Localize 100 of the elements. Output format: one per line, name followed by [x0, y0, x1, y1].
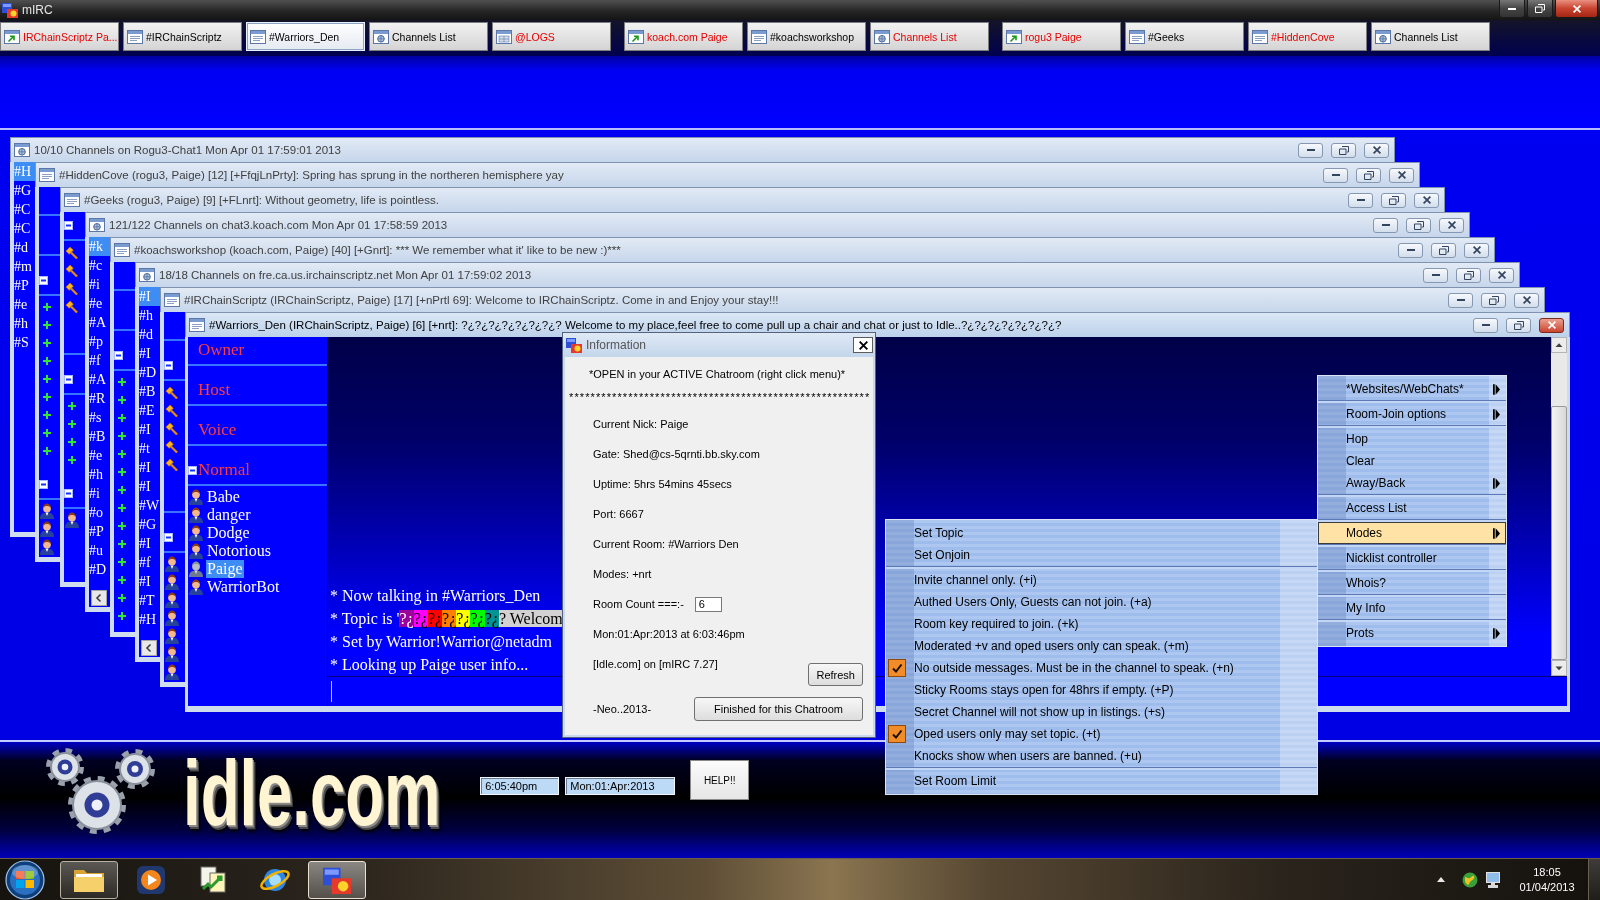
switchbar-tab[interactable]: @LOGS — [492, 22, 611, 51]
scroll-left-icon[interactable] — [141, 640, 157, 656]
dialog-button[interactable]: Refresh — [808, 663, 863, 686]
close-button[interactable] — [1555, 0, 1598, 18]
scroll-down-icon[interactable] — [1551, 660, 1567, 676]
channel-list-item[interactable]: #P — [89, 522, 110, 541]
menu-item[interactable]: Clear — [1318, 450, 1506, 472]
channel-list-item[interactable]: #C — [14, 219, 35, 238]
channel-list-item[interactable]: #E — [139, 401, 160, 420]
channel-list-item[interactable]: #f — [89, 351, 110, 370]
channel-list-item[interactable]: #f — [139, 553, 160, 572]
up-arrow-icon[interactable] — [1437, 877, 1445, 882]
switchbar-tab[interactable]: Channels List — [870, 22, 989, 51]
nick-item[interactable]: Babe — [188, 488, 327, 506]
scrollbar-thumb[interactable] — [1551, 406, 1567, 660]
channel-list-item[interactable]: #G — [139, 515, 160, 534]
switchbar-tab[interactable]: Channels List — [369, 22, 488, 51]
close-button[interactable] — [1464, 242, 1489, 258]
channel-list-item[interactable]: #e — [89, 446, 110, 465]
switchbar-tab[interactable]: #koachsworkshop — [747, 22, 866, 51]
restore-button[interactable] — [1381, 192, 1406, 208]
switchbar-tab[interactable]: #Warriors_Den — [246, 22, 365, 51]
channel-list-item[interactable]: #c — [89, 256, 110, 275]
channel-list-item[interactable]: #G — [14, 181, 35, 200]
menu-item[interactable]: Room key required to join. (+k) — [886, 613, 1317, 635]
switchbar-tab[interactable]: koach.com Paige — [624, 22, 743, 51]
minimize-button[interactable] — [1348, 192, 1373, 208]
close-button[interactable] — [1414, 192, 1439, 208]
close-button[interactable] — [1439, 217, 1464, 233]
dialog-button[interactable]: Finished for this Chatroom — [694, 697, 863, 721]
restore-button[interactable] — [1331, 142, 1356, 158]
menu-item[interactable]: Access List — [1318, 497, 1506, 519]
restore-button[interactable] — [1481, 292, 1506, 308]
menu-item[interactable]: Set Room Limit — [886, 770, 1317, 792]
channel-list-item[interactable]: #s — [89, 408, 110, 427]
menu-item[interactable]: Oped users only may set topic. (+t) — [886, 723, 1317, 745]
close-button[interactable] — [1364, 142, 1389, 158]
collapse-icon[interactable] — [164, 360, 173, 370]
menu-item[interactable]: My Info — [1318, 597, 1506, 619]
channel-list-item[interactable]: #d — [139, 325, 160, 344]
channel-list-item[interactable]: #h — [14, 314, 35, 333]
minimize-button[interactable] — [1323, 167, 1348, 183]
switchbar-tab[interactable]: Channels List — [1371, 22, 1490, 51]
channel-list-item[interactable]: #H — [139, 610, 160, 629]
channel-list-item[interactable]: #I — [139, 420, 160, 439]
scroll-left-icon[interactable] — [91, 590, 107, 606]
channel-list-item[interactable]: #I — [139, 458, 160, 477]
menu-item[interactable]: Moderated +v and oped users only can speak. (+m) — [886, 635, 1317, 657]
nick-item[interactable]: Dodge — [188, 524, 327, 542]
channel-list-item[interactable]: #e — [14, 295, 35, 314]
channel-list-item[interactable]: #I — [139, 572, 160, 591]
collapse-icon[interactable] — [39, 275, 48, 285]
channel-list-item[interactable]: #R — [89, 389, 110, 408]
help-button[interactable]: HELP!! — [690, 760, 750, 800]
menu-item[interactable]: Secret Channel will not show up in listings. (+s) — [886, 701, 1317, 723]
collapse-icon[interactable] — [64, 220, 73, 230]
minimize-button[interactable] — [1448, 292, 1473, 308]
collapse-icon[interactable] — [164, 532, 173, 542]
collapse-icon[interactable] — [39, 479, 48, 489]
menu-item[interactable]: Set Onjoin — [886, 544, 1317, 566]
channel-list-item[interactable]: #d — [14, 238, 35, 257]
menu-item[interactable]: Invite channel only. (+i) — [886, 569, 1317, 591]
channel-list-item[interactable]: #h — [89, 465, 110, 484]
collapse-icon[interactable] — [188, 465, 197, 475]
channel-list-item[interactable]: #D — [89, 560, 110, 579]
channel-list-item[interactable]: #T — [139, 591, 160, 610]
menu-item[interactable]: Sticky Rooms stays open for 48hrs if empty. (+P) — [886, 679, 1317, 701]
menu-item[interactable]: Prots — [1318, 622, 1506, 644]
switchbar-tab[interactable]: #IRChainScriptz — [123, 22, 242, 51]
start-orb-icon[interactable] — [5, 859, 45, 900]
restore-button[interactable] — [1527, 0, 1553, 18]
room-count-field[interactable]: 6 — [694, 596, 722, 612]
switchbar-tab[interactable]: IRChainScriptz Pa... — [0, 22, 119, 51]
channel-list-item[interactable]: #I — [139, 477, 160, 496]
close-button[interactable] — [1389, 167, 1414, 183]
menu-item[interactable]: Modes — [1318, 522, 1506, 544]
menu-item[interactable]: Nicklist controller — [1318, 547, 1506, 569]
switchbar-tab[interactable]: #Geeks — [1125, 22, 1244, 51]
nick-item[interactable]: WarriorBot — [188, 578, 327, 596]
menu-item[interactable]: No outside messages. Must be in the channel to speak. (+n) — [886, 657, 1317, 679]
channel-list-item[interactable]: #B — [139, 382, 160, 401]
menu-item[interactable]: Room-Join options — [1318, 403, 1506, 425]
minimize-button[interactable] — [1398, 242, 1423, 258]
restore-button[interactable] — [1456, 267, 1481, 283]
switchbar-tab[interactable]: rogu3 Paige — [1002, 22, 1121, 51]
minimize-button[interactable] — [1423, 267, 1448, 283]
restore-button[interactable] — [1406, 217, 1431, 233]
show-desktop-button[interactable] — [1588, 859, 1600, 900]
channel-list-item[interactable]: #I — [139, 534, 160, 553]
minimize-button[interactable] — [1298, 142, 1323, 158]
scroll-up-icon[interactable] — [1551, 337, 1567, 353]
close-button[interactable] — [1539, 317, 1564, 333]
channel-list-item[interactable]: #o — [89, 503, 110, 522]
minimize-button[interactable] — [1473, 317, 1498, 333]
nick-item[interactable]: danger — [188, 506, 327, 524]
restore-button[interactable] — [1431, 242, 1456, 258]
nick-item[interactable]: Notorious — [188, 542, 327, 560]
close-button[interactable] — [1514, 292, 1539, 308]
globe-icon[interactable] — [1462, 871, 1478, 888]
channel-list-item[interactable]: #t — [139, 439, 160, 458]
